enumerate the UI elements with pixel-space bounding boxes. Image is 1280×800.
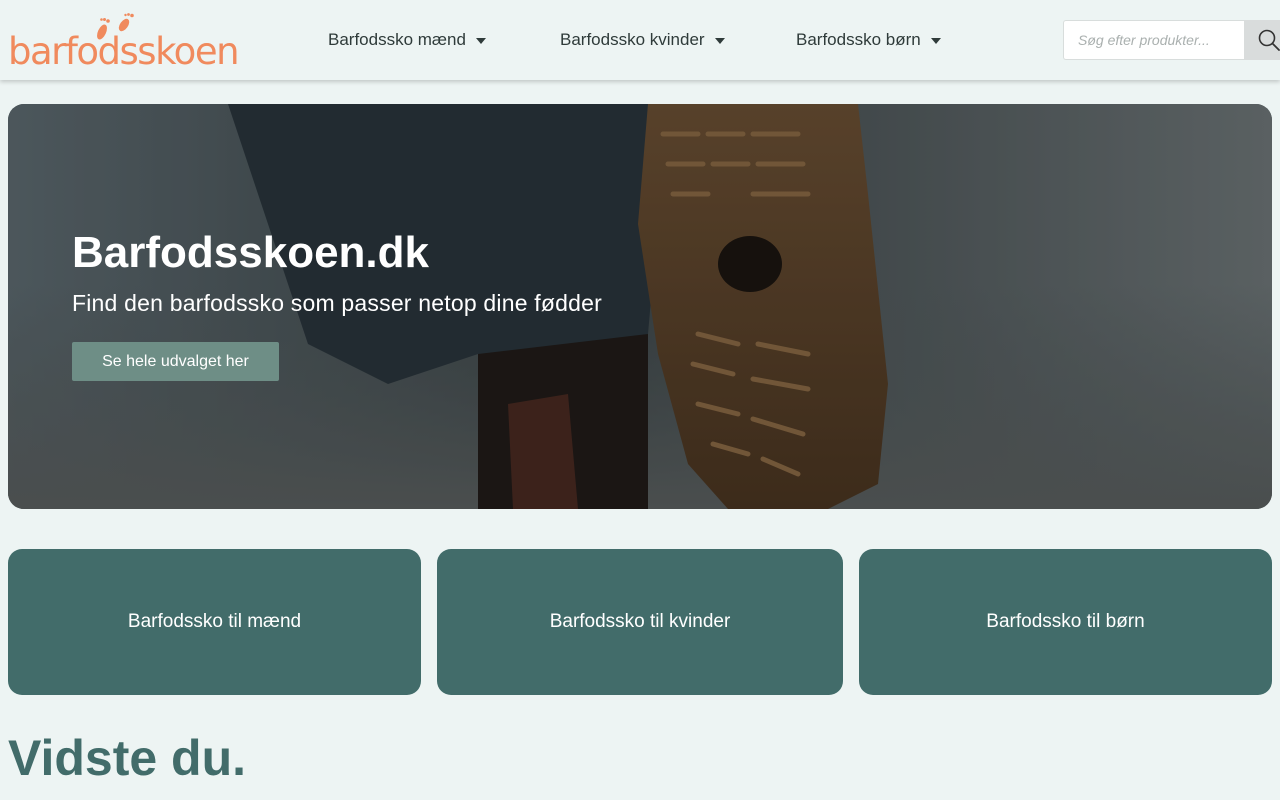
search-input[interactable] xyxy=(1063,20,1244,60)
search-icon xyxy=(1258,29,1280,51)
category-card-women[interactable]: Barfodssko til kvinder xyxy=(437,549,843,695)
chevron-down-icon xyxy=(930,38,941,44)
hero-title: Barfodsskoen.dk xyxy=(72,228,429,277)
nav-item-women[interactable]: Barfodssko kvinder xyxy=(560,28,725,52)
category-card-label: Barfodssko til børn xyxy=(986,611,1145,632)
chevron-down-icon xyxy=(714,38,725,44)
category-card-label: Barfodssko til mænd xyxy=(127,611,302,632)
search-button[interactable] xyxy=(1244,20,1280,60)
nav-item-kids[interactable]: Barfodssko børn xyxy=(796,28,941,52)
nav-item-label: Barfodssko mænd xyxy=(328,30,466,49)
search-form xyxy=(1063,20,1280,60)
nav-item-label: Barfodssko kvinder xyxy=(560,30,705,49)
site-header: barfodsskoen Barfodssko mænd Barfodssko … xyxy=(0,0,1280,80)
section-heading: Vidste du. xyxy=(8,730,247,786)
shop-all-button[interactable]: Se hele udvalget her xyxy=(72,342,279,381)
nav-item-men[interactable]: Barfodssko mænd xyxy=(328,28,486,52)
hero-subtitle: Find den barfodssko som passer netop din… xyxy=(72,290,602,316)
category-card-kids[interactable]: Barfodssko til børn xyxy=(859,549,1272,695)
chevron-down-icon xyxy=(475,38,486,44)
hero-banner: Barfodsskoen.dk Find den barfodssko som … xyxy=(8,104,1272,509)
category-card-label: Barfodssko til kvinder xyxy=(549,611,731,632)
category-card-men[interactable]: Barfodssko til mænd xyxy=(8,549,421,695)
nav-item-label: Barfodssko børn xyxy=(796,30,921,49)
